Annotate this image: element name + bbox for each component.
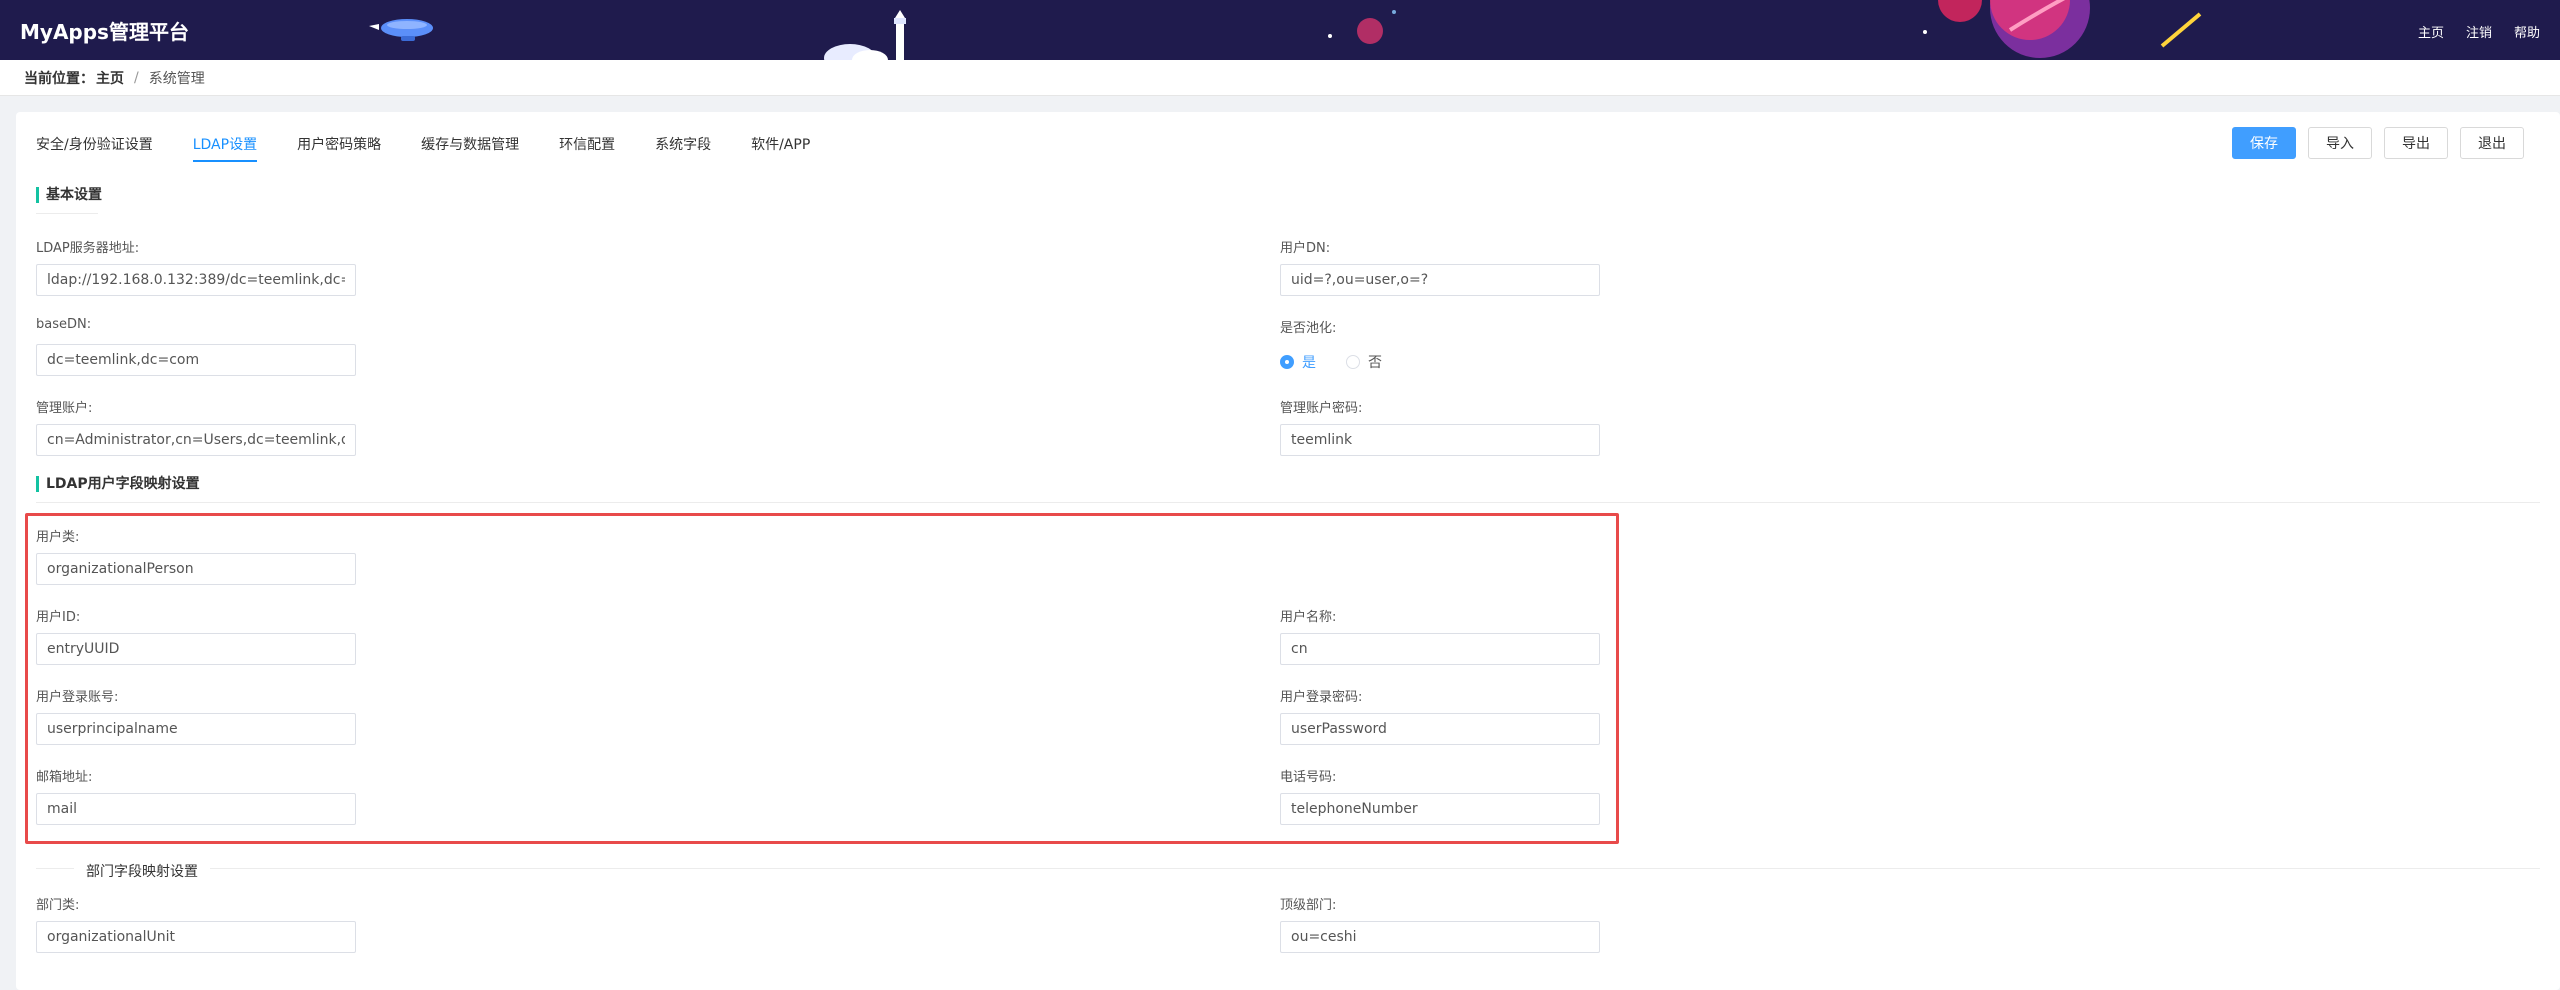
exit-button[interactable]: 退出 [2460, 127, 2524, 159]
phone-label: 电话号码: [1280, 770, 1337, 785]
basic-settings-title: 基本设置 [36, 187, 102, 203]
radio-checked-icon [1280, 355, 1294, 369]
login-account-label: 用户登录账号: [36, 690, 119, 705]
pooling-yes-label: 是 [1302, 355, 1316, 371]
base-dn-label: baseDN: [36, 317, 92, 332]
user-mapping-divider [36, 502, 2540, 503]
dept-class-input[interactable] [36, 921, 356, 953]
phone-input[interactable] [1280, 793, 1600, 825]
action-buttons: 保存 导入 导出 退出 [2232, 127, 2524, 159]
pooling-no-radio[interactable]: 否 [1346, 352, 1382, 372]
pooling-no-label: 否 [1368, 355, 1382, 371]
admin-password-input[interactable] [1280, 424, 1600, 456]
nav-help[interactable]: 帮助 [2514, 22, 2540, 41]
tab-security[interactable]: 安全/身份验证设置 [36, 122, 153, 162]
tab-system-fields[interactable]: 系统字段 [655, 122, 711, 162]
nav-home[interactable]: 主页 [2418, 22, 2444, 41]
user-dn-input[interactable] [1280, 264, 1600, 296]
user-name-input[interactable] [1280, 633, 1600, 665]
ldap-server-input[interactable] [36, 264, 356, 296]
breadcrumb: 当前位置： 主页 / 系统管理 [0, 60, 2560, 96]
top-dept-input[interactable] [1280, 921, 1600, 953]
export-button[interactable]: 导出 [2384, 127, 2448, 159]
login-password-input[interactable] [1280, 713, 1600, 745]
base-dn-input[interactable] [36, 344, 356, 376]
tab-easemob[interactable]: 环信配置 [559, 122, 615, 162]
planet-illustration [1328, 10, 1396, 44]
breadcrumb-home-link[interactable]: 主页 [96, 68, 124, 88]
login-password-label: 用户登录密码: [1280, 690, 1363, 705]
dept-mapping-title: 部门字段映射设置 [74, 861, 210, 881]
lighthouse-illustration [824, 10, 906, 60]
import-button[interactable]: 导入 [2308, 127, 2372, 159]
brand-title: MyApps管理平台 [20, 20, 189, 44]
tab-software-app[interactable]: 软件/APP [751, 122, 810, 162]
top-header: MyApps管理平台 主页 注销 帮助 [0, 0, 2560, 60]
top-nav: 主页 注销 帮助 [2418, 22, 2540, 41]
tab-cache[interactable]: 缓存与数据管理 [421, 122, 519, 162]
admin-account-label: 管理账户: [36, 401, 93, 416]
admin-password-label: 管理账户密码: [1280, 401, 1363, 416]
user-name-label: 用户名称: [1280, 610, 1337, 625]
login-account-input[interactable] [36, 713, 356, 745]
pooling-radio-group: 是 否 [1280, 352, 1382, 372]
ldap-server-label: LDAP服务器地址: [36, 241, 140, 256]
email-input[interactable] [36, 793, 356, 825]
user-id-input[interactable] [36, 633, 356, 665]
tab-ldap[interactable]: LDAP设置 [192, 122, 258, 162]
pooling-label: 是否池化: [1280, 321, 1337, 336]
dept-class-label: 部门类: [36, 898, 80, 913]
user-mapping-title: LDAP用户字段映射设置 [36, 476, 200, 492]
basic-settings-divider [36, 213, 98, 214]
settings-panel: 安全/身份验证设置 LDAP设置 用户密码策略 缓存与数据管理 环信配置 系统字… [16, 112, 2560, 990]
dept-mapping-divider [36, 868, 2540, 869]
admin-account-input[interactable] [36, 424, 356, 456]
breadcrumb-label: 当前位置： [24, 70, 94, 87]
user-class-input[interactable] [36, 553, 356, 585]
airship-illustration [369, 19, 433, 41]
galaxy-illustration [1923, 0, 2202, 58]
top-dept-label: 顶级部门: [1280, 898, 1337, 913]
pooling-yes-radio[interactable]: 是 [1280, 352, 1316, 372]
settings-tabs: 安全/身份验证设置 LDAP设置 用户密码策略 缓存与数据管理 环信配置 系统字… [36, 122, 850, 164]
radio-unchecked-icon [1346, 355, 1360, 369]
user-id-label: 用户ID: [36, 610, 81, 625]
nav-logout[interactable]: 注销 [2466, 22, 2492, 41]
save-button[interactable]: 保存 [2232, 127, 2296, 159]
breadcrumb-separator: / [134, 69, 139, 86]
email-label: 邮箱地址: [36, 770, 93, 785]
tab-password-policy[interactable]: 用户密码策略 [297, 122, 381, 162]
user-dn-label: 用户DN: [1280, 241, 1331, 256]
user-class-label: 用户类: [36, 530, 80, 545]
breadcrumb-current: 系统管理 [148, 70, 205, 87]
